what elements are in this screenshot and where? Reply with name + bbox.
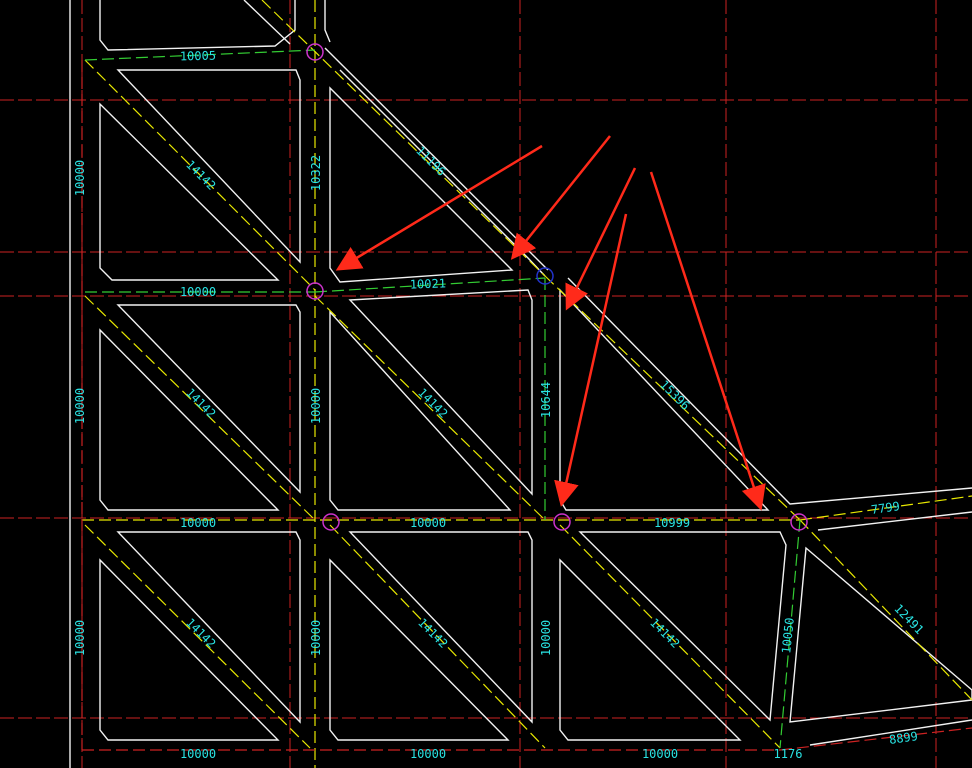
cell-low-center-a xyxy=(329,558,510,741)
long-diag-edge-c xyxy=(567,277,972,505)
cell-top-left xyxy=(99,0,296,51)
node-markers[interactable] xyxy=(306,43,808,531)
beam-axes-yellow xyxy=(82,0,972,768)
axis-right-diag xyxy=(799,519,972,701)
axis-long-diag-top xyxy=(261,0,546,277)
dim-middle-right-vertical: 10644 xyxy=(539,382,553,418)
cell-upper-center xyxy=(329,86,514,283)
cell-mid-center-b xyxy=(348,289,533,496)
dim-mid-horizontal-short: 10021 xyxy=(410,276,447,291)
dim-bottom-small: 1176 xyxy=(774,747,803,761)
red-annotation-arrow xyxy=(649,171,766,511)
dim-right-beam-top: 7799 xyxy=(870,499,901,517)
dim-center-vertical-top: 10322 xyxy=(309,155,323,191)
dim-bottom-left-vertical: 10000 xyxy=(73,620,87,656)
dim-bottom-center-vertical: 10000 xyxy=(309,620,323,656)
dim-middle-center-diagonal: 14142 xyxy=(415,385,450,420)
dim-bottom-beam-1: 10000 xyxy=(180,747,216,761)
cell-mid-right xyxy=(559,288,770,511)
dim-middle-left-vertical: 10000 xyxy=(73,388,87,424)
cell-top-center xyxy=(324,0,331,43)
cell-low-left-b xyxy=(116,531,301,724)
dim-mid-horizontal-left: 10000 xyxy=(180,285,216,299)
dim-long-diagonal-top: 11196 xyxy=(413,143,448,178)
cell-mid-left-b xyxy=(116,304,301,494)
dim-bottom-right-beam: 8899 xyxy=(888,729,919,747)
red-annotation-arrow xyxy=(554,213,628,507)
dim-lower-horizontal-2: 10000 xyxy=(410,516,446,530)
cell-top-diag-edge xyxy=(243,0,291,45)
dim-top-beam: 10005 xyxy=(180,49,216,64)
dim-upper-left-vertical: 10000 xyxy=(73,160,87,196)
cell-low-right-a xyxy=(559,558,742,741)
dimension-labels: 10005 10000 14142 10322 11196 10000 1002… xyxy=(73,49,926,761)
cad-drawing-viewport[interactable]: 10005 10000 14142 10322 11196 10000 1002… xyxy=(0,0,972,768)
cell-upper-left-b xyxy=(116,69,301,264)
cad-canvas[interactable]: 10005 10000 14142 10322 11196 10000 1002… xyxy=(0,0,972,768)
dim-lower-horizontal-1: 10000 xyxy=(180,516,216,530)
dim-upper-diagonal: 14142 xyxy=(183,157,218,192)
dim-bottom-right-diagonal: 14142 xyxy=(647,615,682,650)
dim-long-diagonal-lower: 15396 xyxy=(657,377,692,412)
dim-lower-horizontal-3: 10999 xyxy=(654,516,690,530)
dim-bottom-beam-2: 10000 xyxy=(410,747,446,761)
annotation-arrows xyxy=(335,135,766,511)
cell-low-center-b xyxy=(348,531,533,724)
magenta-node-marker[interactable] xyxy=(322,513,340,531)
cell-low-right-b xyxy=(578,531,787,722)
grid-lines xyxy=(0,0,972,768)
dim-bottom-beam-3: 10000 xyxy=(642,747,678,761)
dim-bottom-right-vertical: 10000 xyxy=(539,620,553,656)
dim-middle-center-vertical: 10000 xyxy=(309,388,323,424)
dim-bottom-center-diagonal: 14142 xyxy=(415,615,450,650)
axis-bottom-right xyxy=(779,727,972,751)
dim-bottom-left-diagonal: 14142 xyxy=(183,615,218,650)
cell-upper-left-a xyxy=(99,102,280,281)
cell-low-left-a xyxy=(99,558,280,741)
beam-outlines xyxy=(69,0,972,768)
dim-right-slanted-vertical: 10050 xyxy=(779,617,797,654)
cell-mid-left-a xyxy=(99,328,280,511)
dim-right-lower-diagonal: 12491 xyxy=(891,601,926,637)
cell-low-far-right xyxy=(789,546,972,723)
cell-mid-center-a xyxy=(329,310,512,511)
red-annotation-arrow xyxy=(565,167,637,311)
